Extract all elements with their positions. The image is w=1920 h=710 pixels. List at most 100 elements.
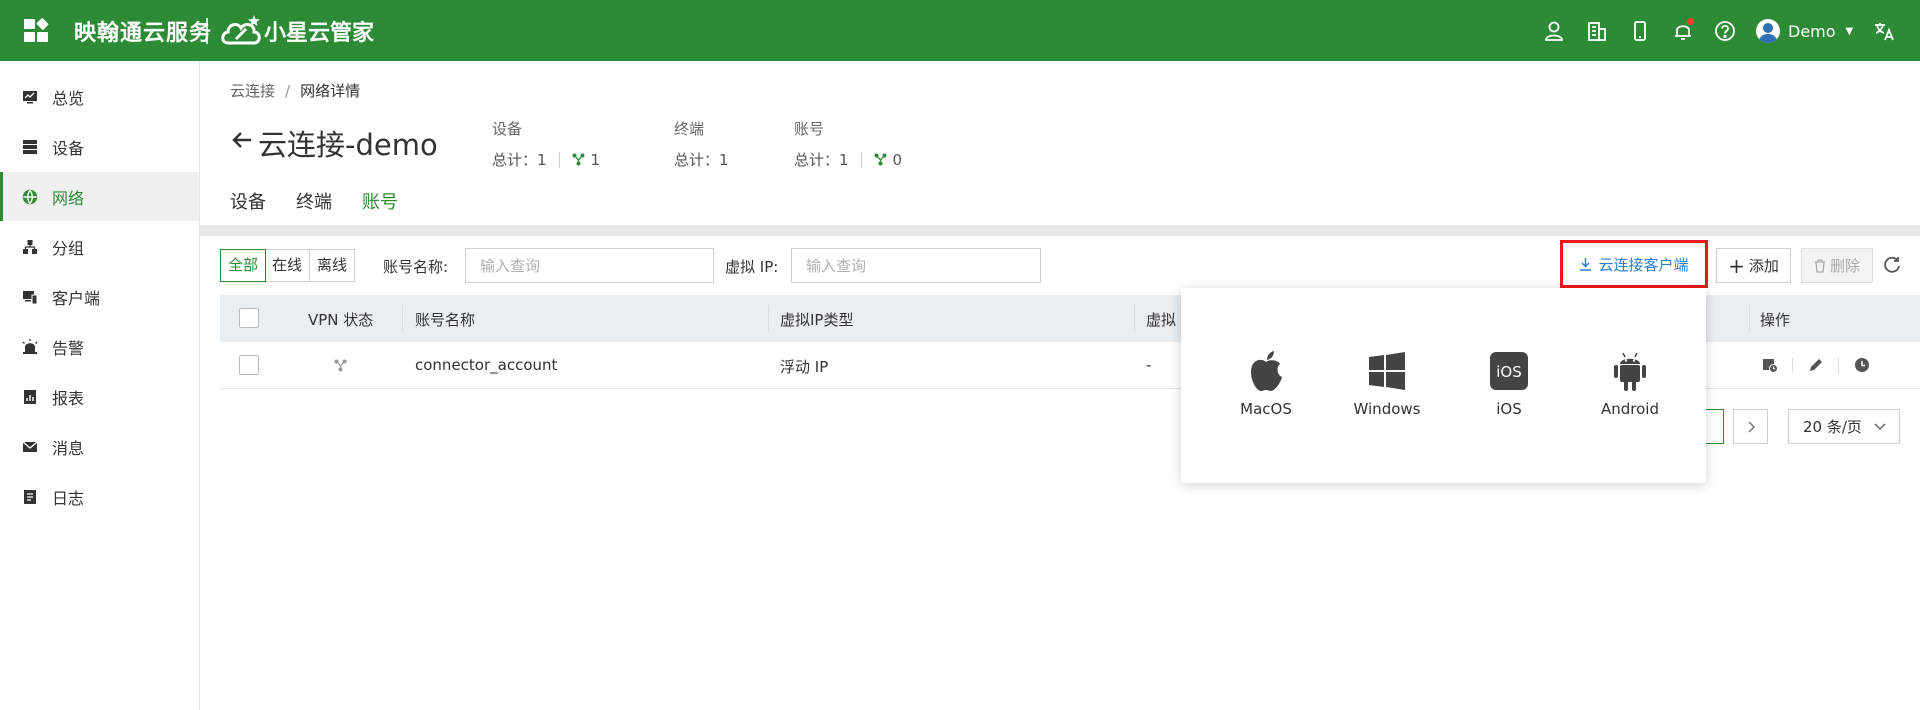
sidebar-item-label: 客户端 (52, 288, 101, 308)
back-arrow-icon[interactable] (230, 128, 254, 152)
next-page-button[interactable] (1733, 409, 1768, 444)
cell-account-name: connector_account (415, 356, 558, 374)
brand-sub-name: 小星云管家 (264, 21, 375, 46)
building-icon[interactable] (1585, 19, 1609, 43)
sidebar: 总览 设备 网络 分组 客户端 告警 报表 消息 日志 (0, 61, 200, 710)
apps-grid-icon[interactable] (24, 17, 50, 43)
cell-virtual: - (1146, 356, 1152, 374)
stat-total: 总计：1 (674, 151, 729, 169)
help-icon[interactable] (1713, 19, 1737, 43)
avatar (1756, 19, 1780, 43)
sidebar-item-label: 网络 (52, 188, 85, 208)
android-icon (1610, 350, 1650, 392)
column-divider (1134, 305, 1135, 331)
sidebar-item-label: 总览 (52, 88, 85, 108)
account-name-input[interactable] (465, 248, 714, 283)
row-checkbox[interactable] (239, 355, 259, 375)
download-macos[interactable]: MacOS (1216, 350, 1316, 418)
stat-terminals: 终端 总计：1 (674, 118, 729, 170)
client-icon (22, 289, 38, 305)
action-divider (1792, 357, 1793, 373)
edit-icon[interactable] (1806, 355, 1826, 375)
mobile-icon[interactable] (1628, 19, 1652, 43)
user-menu[interactable]: Demo ▼ (1756, 17, 1853, 45)
ios-icon: iOS (1489, 350, 1529, 392)
breadcrumb-separator: / (285, 82, 291, 100)
column-actions: 操作 (1760, 311, 1791, 329)
monitor-icon (22, 89, 38, 105)
sidebar-item-logs[interactable]: 日志 (0, 472, 199, 521)
download-client-button[interactable]: 云连接客户端 (1560, 240, 1708, 288)
download-android[interactable]: Android (1580, 350, 1680, 418)
stat-label: 账号 (794, 120, 825, 138)
stat-total: 总计：1 (794, 151, 849, 169)
status-filter: 全部 在线 离线 (220, 249, 356, 282)
report-icon (22, 389, 38, 405)
download-ios[interactable]: iOS iOS (1459, 350, 1559, 418)
vpn-status-icon (334, 359, 347, 372)
bell-icon[interactable] (1671, 18, 1695, 43)
history-icon[interactable] (1852, 355, 1872, 375)
chevron-down-icon (1874, 423, 1886, 431)
sidebar-item-devices[interactable]: 设备 (0, 122, 199, 171)
section-divider (200, 225, 1920, 236)
breadcrumb-parent[interactable]: 云连接 (230, 82, 275, 100)
stat-total: 总计：1 (492, 151, 547, 169)
account-name-label: 账号名称: (383, 258, 449, 276)
column-account-name: 账号名称 (415, 311, 476, 329)
filter-all[interactable]: 全部 (220, 249, 267, 282)
svg-text:iOS: iOS (1496, 363, 1522, 381)
sidebar-item-label: 告警 (52, 338, 85, 358)
translate-icon[interactable] (1872, 19, 1896, 43)
virtual-ip-input[interactable] (791, 248, 1041, 283)
log-icon (22, 489, 38, 505)
delete-button[interactable]: 删除 (1801, 248, 1873, 283)
sidebar-item-reports[interactable]: 报表 (0, 372, 199, 421)
sidebar-item-label: 设备 (52, 138, 85, 158)
mail-icon (22, 439, 38, 455)
sidebar-item-label: 消息 (52, 438, 85, 458)
sidebar-item-messages[interactable]: 消息 (0, 422, 199, 471)
cell-virtual-ip-type: 浮动 IP (780, 358, 829, 376)
alarm-icon (22, 338, 38, 355)
virtual-ip-label: 虚拟 IP: (725, 258, 779, 276)
brand-name: 映翰通云服务 (74, 21, 213, 46)
network-node-icon (572, 153, 585, 166)
sidebar-item-alarms[interactable]: 告警 (0, 322, 199, 371)
plus-icon: + (1728, 253, 1745, 278)
column-vpn-status: VPN 状态 (308, 311, 374, 329)
column-divider (768, 305, 769, 331)
tab-terminals[interactable]: 终端 (296, 188, 332, 229)
breadcrumb: 云连接 / 网络详情 (230, 80, 360, 101)
sidebar-item-groups[interactable]: 分组 (0, 222, 199, 271)
brand-divider (206, 18, 208, 44)
action-divider (1838, 357, 1839, 373)
top-bar: 映翰通云服务 小星云管家 Demo ▼ (0, 0, 1920, 61)
sidebar-item-label: 报表 (52, 388, 85, 408)
add-button[interactable]: + 添加 (1716, 248, 1791, 283)
stat-divider (860, 151, 862, 168)
stat-label: 终端 (674, 120, 705, 138)
select-all-checkbox[interactable] (239, 308, 259, 328)
tab-accounts[interactable]: 账号 (362, 188, 398, 229)
chevron-right-icon (1747, 420, 1755, 433)
column-divider (402, 305, 403, 331)
sidebar-item-overview[interactable]: 总览 (0, 72, 199, 121)
refresh-icon[interactable] (1882, 255, 1902, 275)
download-windows[interactable]: Windows (1337, 350, 1437, 418)
sidebar-item-clients[interactable]: 客户端 (0, 272, 199, 321)
sidebar-item-network[interactable]: 网络 (0, 172, 199, 221)
settings-action-icon[interactable] (1760, 355, 1780, 375)
sidebar-item-label: 分组 (52, 238, 85, 258)
stat-online: 0 (874, 151, 902, 169)
filter-offline[interactable]: 离线 (310, 250, 354, 281)
filter-online[interactable]: 在线 (265, 250, 311, 281)
page-size-select[interactable]: 20 条/页 (1788, 409, 1900, 444)
windows-icon (1367, 350, 1407, 392)
stat-online: 1 (572, 151, 600, 169)
globe-icon (22, 189, 38, 205)
user-icon[interactable] (1542, 19, 1566, 43)
sidebar-item-label: 日志 (52, 488, 85, 508)
page-title: 云连接-demo (258, 128, 438, 162)
tab-devices[interactable]: 设备 (230, 188, 266, 229)
